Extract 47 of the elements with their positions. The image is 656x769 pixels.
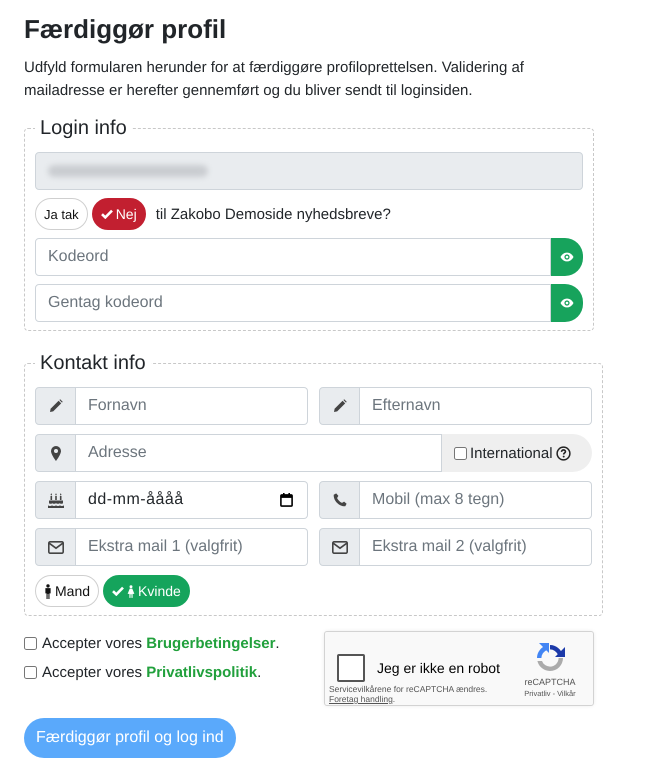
show-password-button[interactable]	[551, 284, 583, 322]
address-field[interactable]: Adresse	[76, 434, 442, 472]
newsletter-option[interactable]: Ja tak	[35, 198, 88, 230]
newsletter-text: til Zakobo Demoside nyhedsbreve?	[156, 206, 391, 222]
accept-checkbox[interactable]	[24, 637, 37, 650]
international-toggle[interactable]: International	[442, 434, 592, 472]
international-label: International	[470, 444, 553, 462]
section-legend: Kontakt info	[35, 351, 151, 375]
gender-option[interactable]: Mand	[35, 575, 100, 607]
calendar-icon[interactable]	[280, 493, 293, 507]
international-checkbox[interactable]	[454, 446, 467, 460]
newsletter-option[interactable]: Nej	[92, 198, 146, 230]
eye-icon	[560, 252, 574, 262]
extra-mail-field[interactable]: Ekstra mail 1 (valgfrit)	[76, 528, 308, 566]
eye-icon	[560, 298, 574, 308]
map-pin-icon	[50, 446, 60, 460]
phone-icon	[332, 493, 346, 507]
show-password-button[interactable]	[551, 238, 583, 276]
birthday-cake-icon	[48, 492, 64, 508]
help-icon[interactable]	[556, 446, 571, 460]
captcha-notice: Servicevilkårene for reCAPTCHA ændres. Foretag handling.	[328, 683, 488, 704]
accept-text: Accepter vores Privatlivspolitik.	[42, 664, 262, 681]
mobile-field[interactable]: Mobil (max 8 tegn)	[360, 481, 592, 519]
action-link[interactable]: Foretag handling	[329, 694, 393, 704]
check-icon	[112, 586, 124, 596]
captcha-label: Jeg er ikke en robot	[377, 660, 500, 676]
password-field[interactable]: Kodeord	[35, 238, 551, 276]
password-field[interactable]: Gentag kodeord	[35, 284, 551, 322]
first-name-field[interactable]: Fornavn	[76, 387, 308, 425]
section-legend: Login info	[35, 116, 132, 140]
captcha-checkbox[interactable]	[337, 654, 365, 682]
pencil-icon	[332, 399, 346, 413]
circular-arrows-icon	[534, 642, 566, 674]
check-icon	[100, 209, 113, 219]
extra-mail-field[interactable]: Ekstra mail 2 (valgfrit)	[360, 528, 592, 566]
envelope-icon	[48, 540, 64, 554]
birthdate-field[interactable]: dd-mm-åååå	[76, 481, 308, 519]
page-title: Færdiggør profil	[24, 13, 228, 46]
captcha-brand: reCAPTCHA	[524, 677, 576, 687]
male-figure-icon	[44, 584, 52, 598]
accept-text: Accepter vores Brugerbetingelser.	[42, 635, 280, 652]
intro-text: Udfyld formularen herunder for at færdiggøre profiloprettelsen. Validering af mailadresse er herefter gennemført og du bliver sendt til loginsiden.	[24, 58, 525, 101]
pencil-icon	[48, 399, 62, 413]
envelope-icon	[332, 540, 348, 554]
accept-checkbox[interactable]	[24, 666, 37, 679]
female-figure-icon	[127, 584, 136, 598]
last-name-field[interactable]: Efternavn	[360, 387, 592, 425]
